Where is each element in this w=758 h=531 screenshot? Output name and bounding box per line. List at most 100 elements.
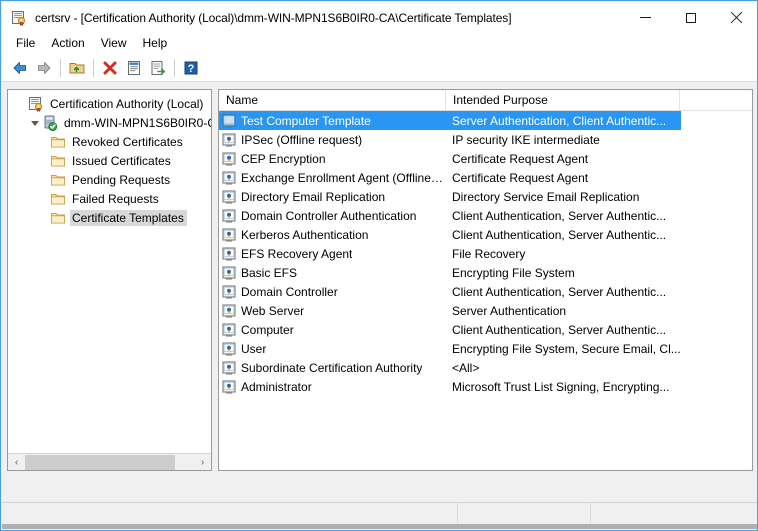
tree-node-ca-server[interactable]: dmm-WIN-MPN1S6B0IR0-CA (8, 113, 211, 132)
table-row[interactable]: Basic EFS Encrypting File System (219, 263, 752, 282)
back-button[interactable] (8, 56, 32, 80)
tree-node-certification-authority-local[interactable]: Certification Authority (Local) (8, 94, 211, 113)
cell-intended-purpose: Client Authentication, Server Authentic.… (452, 284, 667, 299)
cell-name: CEP Encryption (219, 151, 446, 167)
cell-name: Computer (219, 322, 446, 338)
tree-node-failed-requests[interactable]: Failed Requests (8, 189, 211, 208)
certificate-template-icon (221, 265, 237, 281)
cell-intended-purpose: Certificate Request Agent (452, 170, 589, 185)
certificate-template-icon (221, 379, 237, 395)
table-row[interactable]: Directory Email Replication Directory Se… (219, 187, 752, 206)
cell-intended-purpose: Microsoft Trust List Signing, Encrypting… (452, 379, 670, 394)
table-row[interactable]: Web Server Server Authentication (219, 301, 752, 320)
cell-name: EFS Recovery Agent (219, 246, 446, 262)
table-row[interactable]: Exchange Enrollment Agent (Offline r... … (219, 168, 752, 187)
template-name: Computer (241, 322, 294, 337)
table-row[interactable]: Computer Client Authentication, Server A… (219, 320, 752, 339)
cell-intended-purpose: Client Authentication, Server Authentic.… (452, 322, 667, 337)
ca-server-running-icon (42, 115, 58, 131)
certificate-template-icon (221, 132, 237, 148)
menu-file[interactable]: File (8, 34, 43, 53)
certificate-template-icon (221, 322, 237, 338)
tree-node-label: dmm-WIN-MPN1S6B0IR0-CA (64, 115, 212, 130)
export-list-button[interactable] (146, 56, 170, 80)
forward-arrow-icon (38, 61, 51, 74)
template-name: CEP Encryption (241, 151, 326, 166)
template-name: User (241, 341, 267, 356)
table-row[interactable]: User Encrypting File System, Secure Emai… (219, 339, 752, 358)
template-name: Domain Controller (241, 284, 338, 299)
cell-name: Administrator (219, 379, 446, 395)
chevron-down-icon[interactable] (28, 120, 42, 126)
maximize-button[interactable] (668, 2, 713, 33)
scrollbar-thumb[interactable] (25, 454, 175, 470)
close-icon (730, 12, 742, 24)
properties-icon (128, 60, 140, 75)
cell-intended-purpose: Encrypting File System (452, 265, 575, 280)
console-tree-pane: Certification Authority (Local) dmm-WIN-… (7, 89, 212, 471)
tree-node-certificate-templates[interactable]: Certificate Templates (8, 208, 211, 227)
tree-node-pending-requests[interactable]: Pending Requests (8, 170, 211, 189)
content-area: Certification Authority (Local) dmm-WIN-… (2, 83, 757, 495)
template-name: IPSec (Offline request) (241, 132, 363, 147)
column-header-filler[interactable] (680, 90, 752, 110)
table-row[interactable]: IPSec (Offline request) IP security IKE … (219, 130, 752, 149)
tree-node-label: Pending Requests (72, 172, 171, 187)
forward-button[interactable] (32, 56, 56, 80)
tree-node-issued-certificates[interactable]: Issued Certificates (8, 151, 211, 170)
cell-name: IPSec (Offline request) (219, 132, 446, 148)
table-row[interactable]: Administrator Microsoft Trust List Signi… (219, 377, 752, 396)
certificate-templates-list-pane: Name Intended Purpose Test Computer Temp… (218, 89, 753, 471)
cell-name: Test Computer Template (219, 113, 446, 129)
table-row[interactable]: Domain Controller Client Authentication,… (219, 282, 752, 301)
scrollbar-track[interactable] (175, 454, 194, 470)
template-name: EFS Recovery Agent (241, 246, 353, 261)
table-row[interactable]: Test Computer Template Server Authentica… (219, 111, 681, 130)
table-row[interactable]: Kerberos Authentication Client Authentic… (219, 225, 752, 244)
properties-button[interactable] (122, 56, 146, 80)
certificate-template-selected-icon (221, 113, 237, 129)
toolbar-separator (93, 58, 94, 77)
menu-action[interactable]: Action (43, 34, 92, 53)
table-row[interactable]: EFS Recovery Agent File Recovery (219, 244, 752, 263)
menu-bar: File Action View Help (2, 33, 757, 54)
table-row[interactable]: Subordinate Certification Authority <All… (219, 358, 752, 377)
window-bottom-edge (2, 524, 757, 529)
up-one-level-button[interactable] (65, 56, 89, 80)
template-name: Subordinate Certification Authority (241, 360, 423, 375)
window-title: certsrv - [Certification Authority (Loca… (35, 10, 512, 25)
cell-name: Exchange Enrollment Agent (Offline r... (219, 170, 446, 186)
certificate-template-icon (221, 341, 237, 357)
table-row[interactable]: Domain Controller Authentication Client … (219, 206, 752, 225)
maximize-icon (685, 12, 696, 23)
caption-button-group (623, 2, 757, 33)
scroll-right-arrow-icon[interactable]: › (194, 454, 211, 470)
column-header-name[interactable]: Name (219, 90, 446, 110)
tree-node-revoked-certificates[interactable]: Revoked Certificates (8, 132, 211, 151)
table-row[interactable]: CEP Encryption Certificate Request Agent (219, 149, 752, 168)
status-segment-main (2, 503, 458, 524)
folder-icon (50, 210, 66, 226)
status-segment-tertiary (591, 503, 757, 524)
template-name: Web Server (241, 303, 305, 318)
template-name: Domain Controller Authentication (241, 208, 417, 223)
menu-help[interactable]: Help (135, 34, 176, 53)
close-button[interactable] (713, 2, 757, 33)
status-segment-secondary (458, 503, 591, 524)
delete-button[interactable] (98, 56, 122, 80)
minimize-button[interactable] (623, 2, 668, 33)
back-arrow-icon (13, 61, 26, 74)
cell-name: User (219, 341, 446, 357)
help-button[interactable]: ? (179, 56, 203, 80)
certificate-template-icon (221, 151, 237, 167)
menu-view[interactable]: View (93, 34, 135, 53)
cell-name: Domain Controller Authentication (219, 208, 446, 224)
minimize-icon (640, 17, 651, 18)
tree-node-label: Certificate Templates (70, 209, 187, 226)
cell-intended-purpose: IP security IKE intermediate (452, 132, 600, 147)
tree-horizontal-scrollbar[interactable]: ‹ › (8, 453, 211, 470)
toolbar-separator (60, 58, 61, 77)
folder-icon (50, 134, 66, 150)
column-header-intended-purpose[interactable]: Intended Purpose (446, 90, 680, 110)
scroll-left-arrow-icon[interactable]: ‹ (8, 454, 25, 470)
